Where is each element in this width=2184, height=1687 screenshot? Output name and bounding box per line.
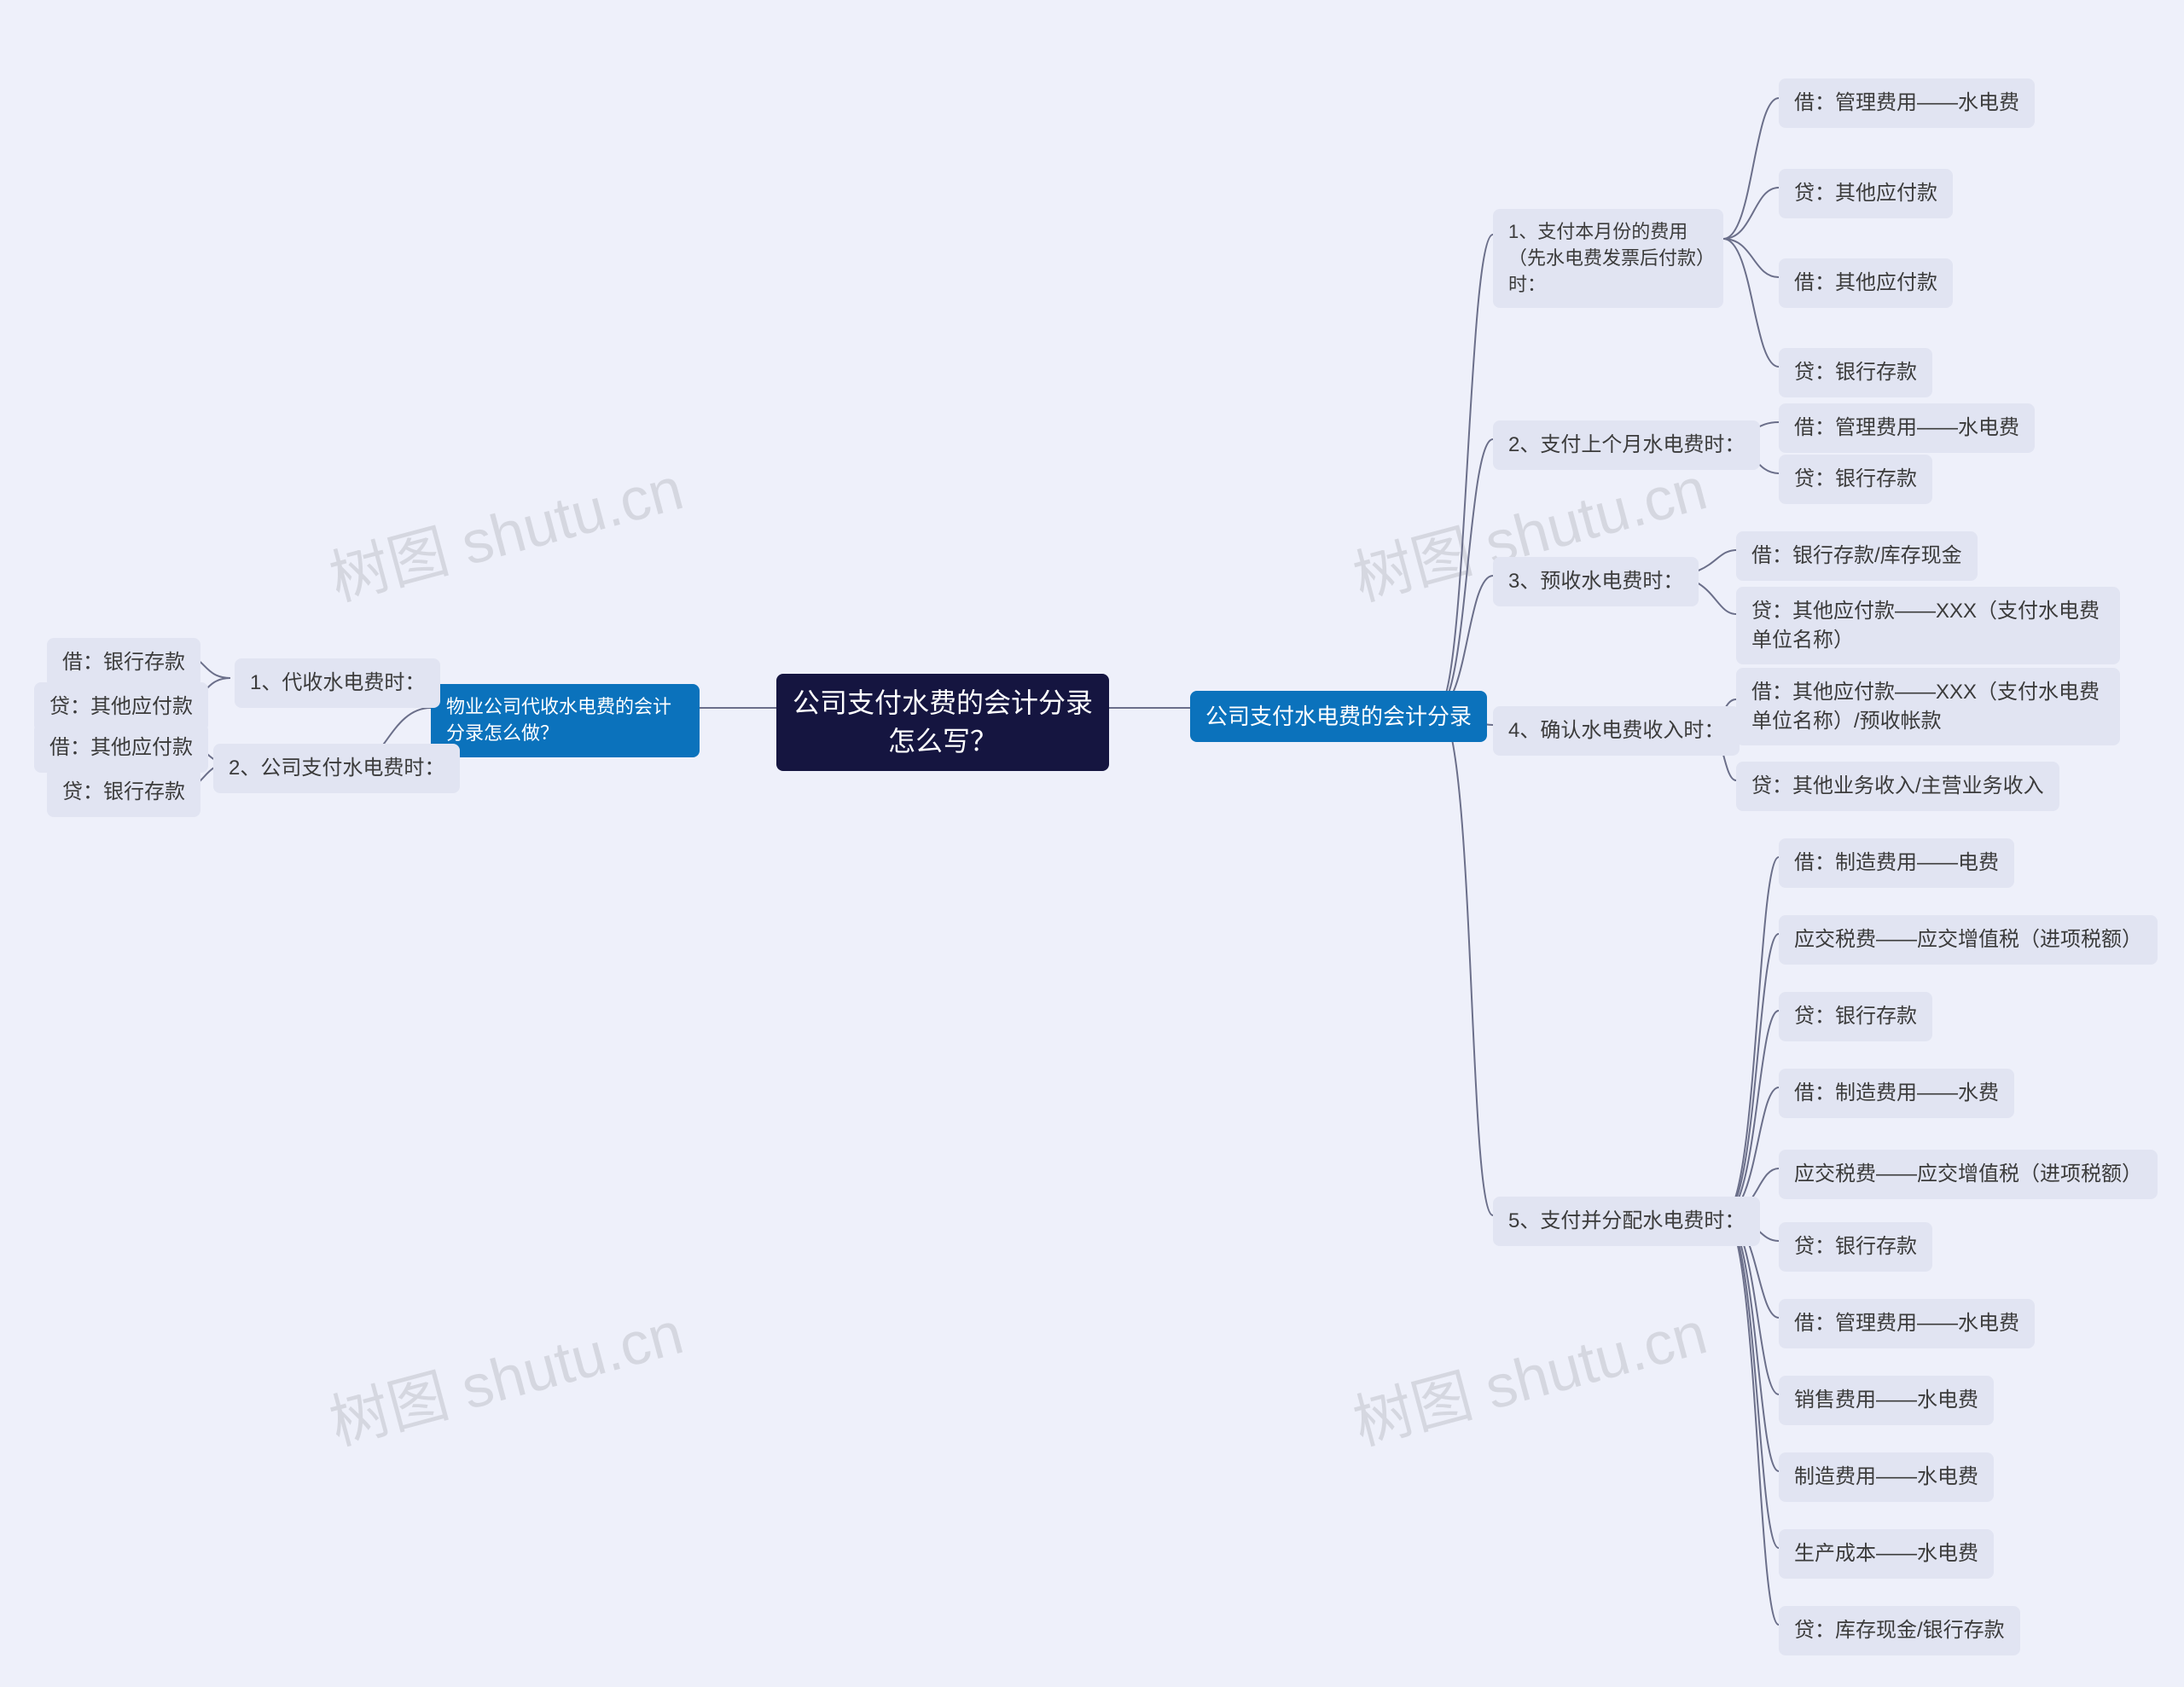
right-section-4[interactable]: 4、确认水电费收入时： xyxy=(1493,706,1740,756)
leaf[interactable]: 借：其他应付款——XXX（支付水电费单位名称）/预收帐款 xyxy=(1736,668,2120,745)
leaf[interactable]: 生产成本——水电费 xyxy=(1779,1529,1994,1579)
left-leaf[interactable]: 贷：银行存款 xyxy=(47,768,200,817)
leaf[interactable]: 贷：其他业务收入/主营业务收入 xyxy=(1736,762,2059,811)
leaf[interactable]: 贷：银行存款 xyxy=(1779,992,1932,1041)
leaf[interactable]: 销售费用——水电费 xyxy=(1779,1376,1994,1425)
leaf[interactable]: 借：管理费用——水电费 xyxy=(1779,78,2035,128)
leaf[interactable]: 贷：银行存款 xyxy=(1779,348,1932,397)
leaf[interactable]: 应交税费——应交增值税（进项税额） xyxy=(1779,1150,2158,1199)
leaf[interactable]: 贷：其他应付款 xyxy=(1779,169,1953,218)
leaf[interactable]: 贷：银行存款 xyxy=(1779,1222,1932,1272)
left-mid-2[interactable]: 2、公司支付水电费时： xyxy=(213,744,460,793)
leaf[interactable]: 借：管理费用——水电费 xyxy=(1779,1299,2035,1348)
leaf[interactable]: 借：其他应付款 xyxy=(1779,258,1953,308)
left-leaf[interactable]: 借：其他应付款 xyxy=(34,723,208,773)
leaf[interactable]: 借：银行存款/库存现金 xyxy=(1736,531,1978,581)
right-primary-node[interactable]: 公司支付水电费的会计分录 xyxy=(1190,691,1487,742)
left-primary-node[interactable]: 物业公司代收水电费的会计分录怎么做？ xyxy=(431,684,700,757)
leaf[interactable]: 贷：银行存款 xyxy=(1779,455,1932,504)
root-node[interactable]: 公司支付水费的会计分录怎么写？ xyxy=(776,674,1109,771)
leaf[interactable]: 应交税费——应交增值税（进项税额） xyxy=(1779,915,2158,965)
leaf[interactable]: 贷：库存现金/银行存款 xyxy=(1779,1606,2020,1655)
left-leaf[interactable]: 借：银行存款 xyxy=(47,638,200,687)
right-section-1[interactable]: 1、支付本月份的费用（先水电费发票后付款）时： xyxy=(1493,209,1723,308)
right-section-5[interactable]: 5、支付并分配水电费时： xyxy=(1493,1197,1760,1246)
leaf[interactable]: 借：制造费用——水费 xyxy=(1779,1069,2014,1118)
right-section-3[interactable]: 3、预收水电费时： xyxy=(1493,557,1699,606)
leaf[interactable]: 贷：其他应付款——XXX（支付水电费单位名称） xyxy=(1736,587,2120,664)
left-mid-1[interactable]: 1、代收水电费时： xyxy=(235,658,440,708)
right-section-2[interactable]: 2、支付上个月水电费时： xyxy=(1493,420,1760,470)
leaf[interactable]: 借：制造费用——电费 xyxy=(1779,838,2014,888)
leaf[interactable]: 借：管理费用——水电费 xyxy=(1779,403,2035,453)
leaf[interactable]: 制造费用——水电费 xyxy=(1779,1452,1994,1502)
